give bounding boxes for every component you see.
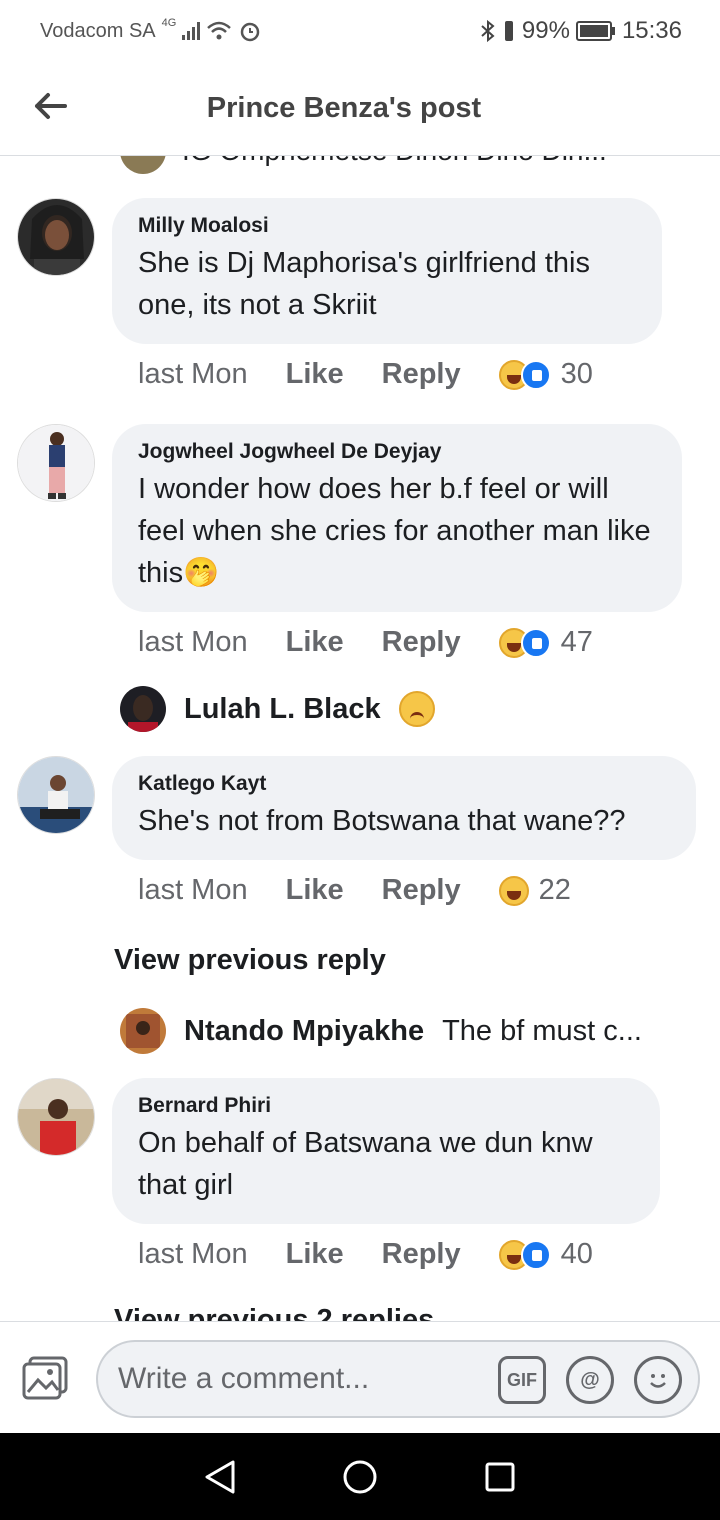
comment-text: She's not from Botswana that wane?? — [138, 805, 626, 837]
comment-time[interactable]: last Mon — [138, 358, 248, 391]
reply-author[interactable]: Ntando Mpiyakhe — [184, 1015, 424, 1048]
vibrate-icon — [504, 21, 513, 41]
post-header: Prince Benza's post — [0, 62, 720, 156]
photo-gallery-icon — [22, 1356, 68, 1400]
reaction-count[interactable]: 47 — [561, 626, 593, 659]
reactions-summary[interactable] — [498, 1239, 551, 1270]
view-previous-replies-link[interactable]: View previous 2 replies — [114, 1304, 434, 1321]
like-button[interactable]: Like — [286, 626, 344, 659]
comment-placeholder: Write a comment... — [118, 1362, 370, 1395]
comment-author[interactable]: Jogwheel Jogwheel De Deyjay — [138, 440, 656, 464]
battery-icon — [575, 21, 615, 41]
avatar[interactable] — [17, 756, 95, 834]
comment-time[interactable]: last Mon — [138, 626, 248, 659]
avatar — [120, 156, 166, 174]
comment-bubble[interactable]: Katlego Kayt She's not from Botswana tha… — [112, 756, 696, 860]
network-type: 4G — [161, 17, 177, 29]
battery-percent: 99% — [521, 17, 570, 44]
gif-icon[interactable]: GIF — [498, 1356, 546, 1404]
comment-text: I wonder how does her b.f feel or will f… — [138, 473, 651, 589]
comment-time[interactable]: last Mon — [138, 874, 248, 907]
nav-back-button[interactable] — [200, 1457, 240, 1497]
comment-actions: last Mon Like Reply 47 — [138, 626, 593, 659]
avatar[interactable] — [17, 198, 95, 276]
comment-bubble[interactable]: Milly Moalosi She is Dj Maphorisa's girl… — [112, 198, 662, 344]
square-recents-icon — [485, 1462, 515, 1491]
comment-actions: last Mon Like Reply 22 — [138, 874, 571, 907]
reply-button[interactable]: Reply — [382, 874, 461, 907]
haha-reaction-icon — [498, 875, 529, 906]
composer-icons: GIF @ — [498, 1356, 682, 1404]
like-button[interactable]: Like — [286, 1238, 344, 1271]
like-button[interactable]: Like — [286, 874, 344, 907]
reply-button[interactable]: Reply — [382, 358, 461, 391]
comment-actions: last Mon Like Reply 30 — [138, 358, 593, 391]
page-title: Prince Benza's post — [206, 92, 482, 124]
status-left: Vodacom SA 4G — [40, 17, 262, 43]
comments-feed[interactable]: IG Omphemetse Dinon Dino Din... Milly Mo… — [0, 156, 720, 1321]
triangle-back-icon — [205, 1460, 235, 1493]
avatar[interactable] — [17, 1078, 95, 1156]
mention-icon[interactable]: @ — [566, 1356, 614, 1404]
wifi-icon — [207, 21, 232, 40]
signal-icon — [182, 22, 201, 40]
comment-input[interactable]: Write a comment... GIF @ — [96, 1340, 700, 1418]
carrier-name: Vodacom SA — [40, 19, 156, 42]
comment-text: She is Dj Maphorisa's girlfriend this on… — [138, 247, 590, 321]
view-previous-reply-link[interactable]: View previous reply — [114, 944, 386, 977]
alarm-icon — [241, 22, 260, 42]
comment-author[interactable]: Milly Moalosi — [138, 214, 636, 238]
nav-recents-button[interactable] — [480, 1457, 520, 1497]
nav-home-button[interactable] — [340, 1457, 380, 1497]
status-right: 99% 15:36 — [480, 17, 682, 45]
circle-home-icon — [343, 1460, 377, 1493]
clock: 15:36 — [621, 17, 682, 44]
reply-preview-text: The bf must c... — [442, 1014, 642, 1047]
like-button[interactable]: Like — [286, 358, 344, 391]
comment-text: On behalf of Batswana we dun knw that gi… — [138, 1127, 593, 1201]
like-reaction-icon — [520, 627, 551, 658]
reactions-summary[interactable] — [498, 359, 551, 390]
reactions-summary[interactable] — [498, 627, 551, 658]
comment-bubble[interactable]: Jogwheel Jogwheel De Deyjay I wonder how… — [112, 424, 682, 612]
comment-author[interactable]: Katlego Kayt — [138, 772, 670, 796]
like-reaction-icon — [520, 359, 551, 390]
reply-preview-text: IG Omphemetse Dinon Dino Din... — [182, 156, 607, 167]
comment-time[interactable]: last Mon — [138, 1238, 248, 1271]
partially-hidden-reply[interactable]: IG Omphemetse Dinon Dino Din... — [120, 156, 607, 174]
reply-button[interactable]: Reply — [382, 1238, 461, 1271]
reaction-count[interactable]: 40 — [561, 1238, 593, 1271]
reply-preview[interactable]: Lulah L. Black — [120, 686, 435, 732]
avatar[interactable] — [17, 424, 95, 502]
like-reaction-icon — [520, 1239, 551, 1270]
reply-preview[interactable]: Ntando Mpiyakhe The bf must c... — [120, 1008, 642, 1054]
reaction-count[interactable]: 30 — [561, 358, 593, 391]
weary-face-icon — [398, 691, 435, 727]
reply-author[interactable]: Lulah L. Black — [184, 693, 381, 726]
comment-composer: Write a comment... GIF @ — [0, 1321, 720, 1433]
reactions-summary[interactable] — [498, 875, 529, 906]
reaction-count[interactable]: 22 — [539, 874, 571, 907]
comment-author[interactable]: Bernard Phiri — [138, 1094, 634, 1118]
avatar — [120, 686, 166, 732]
emoji-icon[interactable] — [634, 1356, 682, 1404]
comment-bubble[interactable]: Bernard Phiri On behalf of Batswana we d… — [112, 1078, 660, 1224]
comment-actions: last Mon Like Reply 40 — [138, 1238, 593, 1271]
system-navigation-bar — [0, 1433, 720, 1520]
status-bar: Vodacom SA 4G 99% 15:36 — [0, 0, 720, 62]
reply-button[interactable]: Reply — [382, 626, 461, 659]
photo-button[interactable] — [22, 1356, 70, 1402]
bluetooth-icon — [481, 19, 495, 43]
avatar — [120, 1008, 166, 1054]
